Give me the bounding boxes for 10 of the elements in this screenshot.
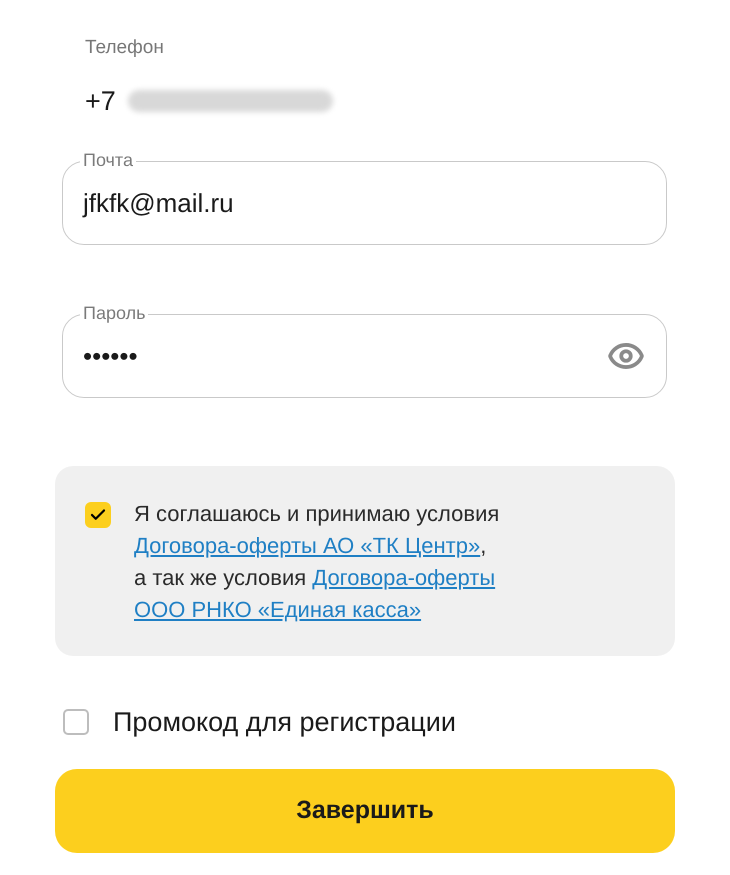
agreement-link[interactable]: Договора-оферты [312, 565, 496, 590]
agreement-link[interactable]: ООО РНКО «Единая касса» [134, 597, 422, 622]
checkbox[interactable] [85, 502, 111, 528]
checkbox[interactable] [63, 709, 89, 736]
agreement-text: Я соглашаюсь и принимаю условия Договора-оферты АО «ТК Центр», а так же условия Договора-оферты ООО РНКО «Единая касса» [134, 500, 500, 624]
agreement-link[interactable]: Договора-оферты АО «ТК Центр» [134, 533, 480, 558]
promo-label: Промокод для регистрации [113, 706, 456, 739]
phone-prefix: +7 [85, 84, 116, 118]
submit-button[interactable]: Завершить [55, 768, 675, 852]
phone-label: Телефон [85, 36, 165, 60]
